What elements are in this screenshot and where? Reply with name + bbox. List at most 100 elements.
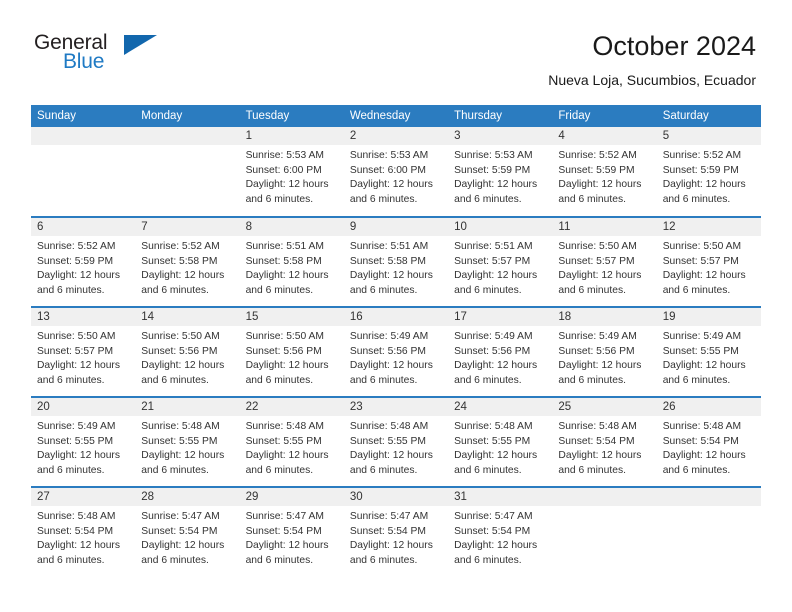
- sunset-time: Sunset: 5:54 PM: [454, 525, 531, 537]
- sunset-time: Sunset: 5:58 PM: [349, 255, 426, 267]
- daylight-duration-line1: Daylight: 12 hours: [349, 540, 433, 551]
- day-number: 6: [31, 218, 136, 236]
- calendar-day-cell[interactable]: 25 Sunrise: 5:48 AM Sunset: 5:54 PM Dayligh…: [552, 396, 657, 487]
- calendar-day-cell[interactable]: 22 Sunrise: 5:48 AM Sunset: 5:55 PM Dayligh…: [239, 396, 344, 487]
- calendar-day-cell[interactable]: 18 Sunrise: 5:49 AM Sunset: 5:56 PM Dayligh…: [552, 306, 657, 397]
- daylight-duration-line2: and 6 minutes.: [141, 554, 209, 566]
- calendar-day-cell[interactable]: 29 Sunrise: 5:47 AM Sunset: 5:54 PM Dayligh…: [239, 486, 344, 577]
- day-details: Sunrise: 5:48 AM Sunset: 5:54 PM Daylight:…: [657, 416, 761, 478]
- sunset-time: Sunset: 5:55 PM: [245, 435, 322, 447]
- calendar-day-cell[interactable]: 5 Sunrise: 5:52 AM Sunset: 5:59 PM Daylight…: [656, 127, 761, 217]
- daylight-duration-line2: and 6 minutes.: [662, 284, 731, 296]
- day-details: Sunrise: 5:48 AM Sunset: 5:54 PM Daylight:…: [31, 506, 135, 568]
- sunrise-time: Sunrise: 5:52 AM: [141, 241, 220, 252]
- calendar-day-cell[interactable]: 31 Sunrise: 5:47 AM Sunset: 5:54 PM Dayligh…: [448, 486, 553, 577]
- day-details: Sunrise: 5:47 AM Sunset: 5:54 PM Daylight:…: [135, 506, 239, 568]
- general-blue-logo[interactable]: General Blue: [34, 32, 164, 80]
- sunset-time: Sunset: 5:55 PM: [454, 435, 531, 447]
- day-number: 28: [135, 488, 240, 506]
- daylight-duration-line1: Daylight: 12 hours: [245, 360, 329, 371]
- daylight-duration-line1: Daylight: 12 hours: [141, 360, 225, 371]
- calendar-day-cell[interactable]: 23 Sunrise: 5:48 AM Sunset: 5:55 PM Dayligh…: [343, 396, 449, 487]
- daylight-duration-line2: and 6 minutes.: [349, 554, 418, 566]
- calendar-day-cell[interactable]: 3 Sunrise: 5:53 AM Sunset: 5:59 PM Daylight…: [448, 127, 553, 217]
- daylight-duration-line2: and 6 minutes.: [141, 464, 209, 476]
- daylight-duration-line2: and 6 minutes.: [245, 464, 314, 476]
- calendar-day-cell[interactable]: 28 Sunrise: 5:47 AM Sunset: 5:54 PM Dayligh…: [135, 486, 240, 577]
- calendar-day-cell[interactable]: 11 Sunrise: 5:50 AM Sunset: 5:57 PM Dayligh…: [552, 216, 657, 307]
- day-number: 23: [343, 398, 449, 416]
- sunset-time: Sunset: 5:56 PM: [245, 345, 322, 357]
- day-number: 27: [31, 488, 136, 506]
- day-details: Sunrise: 5:52 AM Sunset: 5:59 PM Daylight:…: [552, 145, 656, 207]
- calendar-page: General Blue October 2024 Nueva Loja, Su…: [0, 0, 792, 612]
- calendar-week-row: 27 Sunrise: 5:48 AM Sunset: 5:54 PM Dayligh…: [31, 486, 761, 577]
- sunrise-time: Sunrise: 5:48 AM: [454, 421, 533, 432]
- calendar-day-cell[interactable]: 24 Sunrise: 5:48 AM Sunset: 5:55 PM Dayligh…: [448, 396, 553, 487]
- day-details: Sunrise: 5:53 AM Sunset: 5:59 PM Daylight:…: [448, 145, 552, 207]
- daylight-duration-line2: and 6 minutes.: [37, 464, 105, 476]
- calendar-day-cell[interactable]: 17 Sunrise: 5:49 AM Sunset: 5:56 PM Dayligh…: [448, 306, 553, 397]
- day-number: 5: [656, 127, 761, 145]
- sunrise-time: Sunrise: 5:47 AM: [141, 511, 220, 522]
- day-number: 3: [448, 127, 553, 145]
- day-details: Sunrise: 5:48 AM Sunset: 5:55 PM Daylight:…: [448, 416, 552, 478]
- day-details: Sunrise: 5:47 AM Sunset: 5:54 PM Daylight:…: [448, 506, 552, 568]
- calendar-day-cell[interactable]: 6 Sunrise: 5:52 AM Sunset: 5:59 PM Daylight…: [31, 216, 136, 307]
- day-number: 22: [239, 398, 344, 416]
- day-details: Sunrise: 5:49 AM Sunset: 5:56 PM Daylight:…: [448, 326, 552, 388]
- day-number: [656, 488, 761, 506]
- calendar-body: 1 Sunrise: 5:53 AM Sunset: 6:00 PM Daylight…: [31, 127, 761, 577]
- calendar-day-cell[interactable]: 27 Sunrise: 5:48 AM Sunset: 5:54 PM Dayligh…: [31, 486, 136, 577]
- daylight-duration-line2: and 6 minutes.: [245, 284, 314, 296]
- calendar-day-cell[interactable]: 15 Sunrise: 5:50 AM Sunset: 5:56 PM Dayligh…: [239, 306, 344, 397]
- sunset-time: Sunset: 5:54 PM: [141, 525, 218, 537]
- sunset-time: Sunset: 6:00 PM: [245, 164, 322, 176]
- calendar-day-cell[interactable]: 20 Sunrise: 5:49 AM Sunset: 5:55 PM Dayligh…: [31, 396, 136, 487]
- weekday-header-monday: Monday: [135, 105, 240, 127]
- day-number: 31: [448, 488, 553, 506]
- page-title: October 2024: [592, 31, 756, 61]
- sunset-time: Sunset: 5:59 PM: [662, 164, 739, 176]
- daylight-duration-line1: Daylight: 12 hours: [662, 179, 746, 190]
- day-details: Sunrise: 5:50 AM Sunset: 5:56 PM Daylight:…: [135, 326, 239, 388]
- calendar-day-cell[interactable]: 30 Sunrise: 5:47 AM Sunset: 5:54 PM Dayligh…: [343, 486, 449, 577]
- day-details: Sunrise: 5:52 AM Sunset: 5:59 PM Daylight:…: [657, 145, 761, 207]
- calendar-day-cell[interactable]: 10 Sunrise: 5:51 AM Sunset: 5:57 PM Dayligh…: [448, 216, 553, 307]
- sunset-time: Sunset: 5:57 PM: [454, 255, 531, 267]
- day-details: Sunrise: 5:51 AM Sunset: 5:58 PM Daylight:…: [240, 236, 344, 298]
- calendar-day-cell[interactable]: 21 Sunrise: 5:48 AM Sunset: 5:55 PM Dayligh…: [135, 396, 240, 487]
- day-number: 17: [448, 308, 553, 326]
- daylight-duration-line1: Daylight: 12 hours: [245, 270, 329, 281]
- calendar-day-cell[interactable]: 14 Sunrise: 5:50 AM Sunset: 5:56 PM Dayligh…: [135, 306, 240, 397]
- day-number: 21: [135, 398, 240, 416]
- calendar-day-cell[interactable]: 19 Sunrise: 5:49 AM Sunset: 5:55 PM Dayligh…: [656, 306, 761, 397]
- calendar-day-cell[interactable]: 7 Sunrise: 5:52 AM Sunset: 5:58 PM Daylight…: [135, 216, 240, 307]
- calendar-day-cell[interactable]: 12 Sunrise: 5:50 AM Sunset: 5:57 PM Dayligh…: [656, 216, 761, 307]
- sunrise-time: Sunrise: 5:51 AM: [349, 241, 429, 252]
- daylight-duration-line2: and 6 minutes.: [349, 193, 418, 205]
- calendar-day-cell[interactable]: 26 Sunrise: 5:48 AM Sunset: 5:54 PM Dayligh…: [656, 396, 761, 487]
- daylight-duration-line2: and 6 minutes.: [245, 374, 314, 386]
- daylight-duration-line2: and 6 minutes.: [245, 193, 314, 205]
- sunrise-time: Sunrise: 5:48 AM: [37, 511, 116, 522]
- calendar-day-cell[interactable]: 2 Sunrise: 5:53 AM Sunset: 6:00 PM Daylight…: [343, 127, 449, 217]
- triangle-icon: [124, 35, 157, 55]
- sunset-time: Sunset: 5:58 PM: [141, 255, 218, 267]
- calendar-day-cell[interactable]: 13 Sunrise: 5:50 AM Sunset: 5:57 PM Dayligh…: [31, 306, 136, 397]
- sunrise-time: Sunrise: 5:50 AM: [662, 241, 742, 252]
- calendar-day-cell[interactable]: 4 Sunrise: 5:52 AM Sunset: 5:59 PM Daylight…: [552, 127, 657, 217]
- calendar-day-cell[interactable]: 8 Sunrise: 5:51 AM Sunset: 5:58 PM Daylight…: [239, 216, 344, 307]
- daylight-duration-line2: and 6 minutes.: [37, 284, 105, 296]
- sunset-time: Sunset: 5:57 PM: [662, 255, 739, 267]
- calendar-day-cell[interactable]: 1 Sunrise: 5:53 AM Sunset: 6:00 PM Daylight…: [239, 127, 344, 217]
- daylight-duration-line2: and 6 minutes.: [245, 554, 314, 566]
- calendar-week-row: 13 Sunrise: 5:50 AM Sunset: 5:57 PM Dayligh…: [31, 306, 761, 397]
- calendar-day-cell[interactable]: 9 Sunrise: 5:51 AM Sunset: 5:58 PM Daylight…: [343, 216, 449, 307]
- daylight-duration-line1: Daylight: 12 hours: [37, 450, 120, 461]
- sunset-time: Sunset: 6:00 PM: [349, 164, 426, 176]
- sunset-time: Sunset: 5:55 PM: [349, 435, 426, 447]
- calendar-day-cell[interactable]: 16 Sunrise: 5:49 AM Sunset: 5:56 PM Dayligh…: [343, 306, 449, 397]
- day-number: 7: [135, 218, 240, 236]
- sunrise-time: Sunrise: 5:52 AM: [558, 150, 637, 161]
